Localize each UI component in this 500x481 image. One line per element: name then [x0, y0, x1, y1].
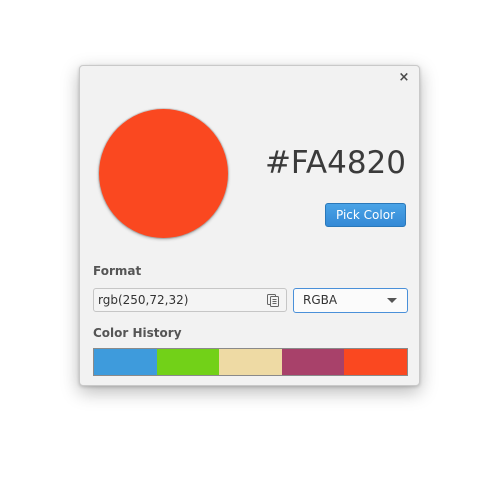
- copy-icon[interactable]: [266, 293, 280, 307]
- format-label: Format: [93, 264, 142, 278]
- color-history-label: Color History: [93, 326, 182, 340]
- color-history-item[interactable]: [94, 349, 157, 375]
- color-history-item[interactable]: [219, 349, 282, 375]
- color-picker-dialog: × #FA4820 Pick Color Format rgb(250,72,3…: [79, 65, 420, 386]
- close-icon[interactable]: ×: [399, 70, 410, 85]
- format-type-selected: RGBA: [303, 293, 338, 307]
- format-value-field[interactable]: rgb(250,72,32): [93, 288, 287, 312]
- format-value-text: rgb(250,72,32): [98, 293, 189, 307]
- hex-value: #FA4820: [264, 145, 406, 181]
- color-history-item[interactable]: [281, 349, 345, 375]
- color-history-item[interactable]: [344, 349, 407, 375]
- color-history-item[interactable]: [156, 349, 220, 375]
- current-color-swatch: [99, 109, 228, 238]
- chevron-down-icon: [387, 298, 397, 303]
- close-button[interactable]: ×: [398, 71, 410, 85]
- color-history-strip: [93, 348, 408, 376]
- format-type-select[interactable]: RGBA: [293, 288, 408, 313]
- pick-color-button[interactable]: Pick Color: [325, 203, 406, 227]
